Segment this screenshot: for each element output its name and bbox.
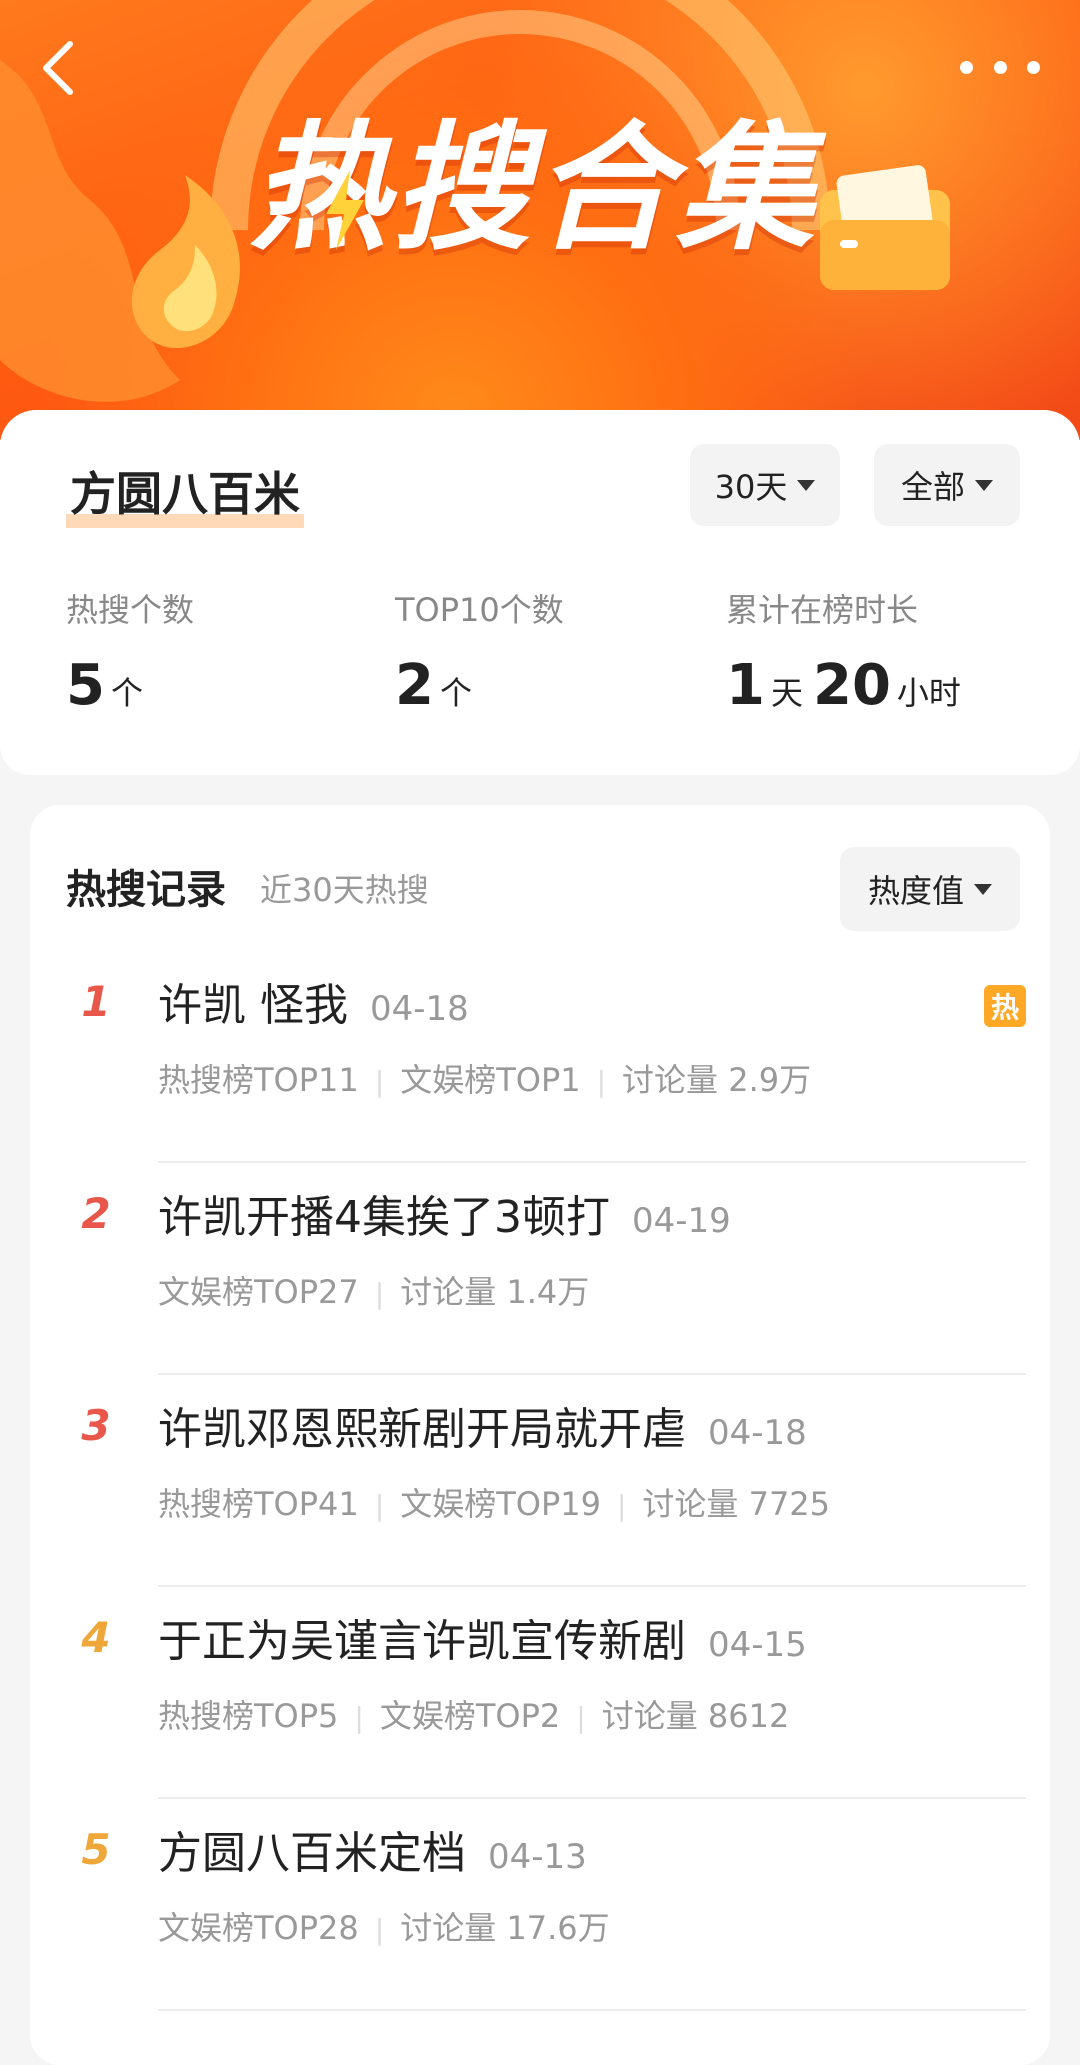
item-title: 许凯邓恩熙新剧开局就开虐 — [158, 1404, 686, 1455]
meta-separator: | — [596, 1065, 607, 1098]
divider — [158, 2009, 1026, 2011]
stat-number: 5 — [66, 653, 105, 718]
folder-icon — [820, 165, 950, 290]
meta-tag: 文娱榜TOP1 — [400, 1061, 581, 1099]
stat-top10-count: TOP10个数 2个 — [395, 585, 564, 718]
item-meta: 热搜榜TOP5 | 文娱榜TOP2 | 讨论量 8612 — [158, 1691, 789, 1737]
meta-tag: 热搜榜TOP11 — [158, 1061, 359, 1099]
item-title: 许凯 怪我 — [158, 980, 348, 1031]
item-date: 04-19 — [632, 1201, 731, 1241]
stat-hot-count: 热搜个数 5个 — [66, 585, 194, 718]
more-dot — [993, 60, 1007, 74]
records-subtitle: 近30天热搜 — [260, 871, 429, 909]
meta-separator: | — [374, 1489, 385, 1522]
stat-unit: 个 — [110, 674, 143, 712]
item-date: 04-13 — [488, 1837, 587, 1877]
chevron-left-icon — [43, 41, 73, 95]
list-item[interactable]: 4 于正为吴谨言许凯宣传新剧 04-15 热搜榜TOP5 | 文娱榜TOP2 | 讨论量 86… — [66, 1591, 1026, 1803]
item-date: 04-18 — [370, 989, 469, 1029]
stat-value: 5个 — [66, 653, 194, 718]
meta-separator: | — [374, 1065, 385, 1098]
stat-unit: 个 — [439, 674, 472, 712]
item-title-row: 许凯开播4集挨了3顿打 04-19 — [158, 1181, 731, 1245]
period-dropdown-label: 30天 — [714, 468, 788, 506]
records-card: 热搜记录 近30天热搜 热度值 1 许凯 怪我 04-18 热搜榜TOP11 | 文娱榜T… — [30, 805, 1050, 2065]
item-title: 方圆八百米定档 — [158, 1828, 466, 1879]
more-dots-icon — [960, 60, 973, 74]
rank-number: 2 — [81, 1189, 111, 1238]
meta-tag: 讨论量 2.9万 — [622, 1061, 812, 1099]
meta-separator: | — [374, 1277, 385, 1310]
header-banner: 热搜合集 — [0, 0, 1080, 440]
caret-down-icon — [797, 479, 816, 491]
item-date: 04-15 — [708, 1625, 807, 1665]
lightning-icon — [326, 170, 364, 250]
item-meta: 文娱榜TOP28 | 讨论量 17.6万 — [158, 1903, 610, 1949]
category-dropdown-label: 全部 — [900, 468, 965, 506]
back-button[interactable] — [36, 40, 84, 96]
caret-down-icon — [975, 479, 993, 491]
item-meta: 热搜榜TOP11 | 文娱榜TOP1 | 讨论量 2.9万 — [158, 1055, 811, 1101]
item-meta: 文娱榜TOP27 | 讨论量 1.4万 — [158, 1267, 589, 1313]
item-title-row: 于正为吴谨言许凯宣传新剧 04-15 — [158, 1605, 807, 1669]
item-title: 许凯开播4集挨了3顿打 — [158, 1192, 610, 1243]
stat-label: TOP10个数 — [395, 591, 564, 629]
item-title-row: 方圆八百米定档 04-13 — [158, 1817, 587, 1881]
divider — [158, 1585, 1026, 1587]
rank-number: 4 — [81, 1613, 111, 1662]
meta-tag: 文娱榜TOP2 — [379, 1697, 561, 1735]
list-item[interactable]: 2 许凯开播4集挨了3顿打 04-19 文娱榜TOP27 | 讨论量 1.4万 — [66, 1167, 1026, 1379]
item-date: 04-18 — [708, 1413, 807, 1453]
stat-value: 2个 — [395, 653, 564, 718]
sort-dropdown-label: 热度值 — [867, 872, 964, 910]
stat-label: 热搜个数 — [66, 591, 195, 629]
list-item[interactable]: 3 许凯邓恩熙新剧开局就开虐 04-18 热搜榜TOP41 | 文娱榜TOP19 | 讨论量 … — [66, 1379, 1026, 1591]
category-dropdown[interactable]: 全部 — [874, 444, 1020, 526]
period-dropdown[interactable]: 30天 — [690, 444, 840, 526]
meta-tag: 文娱榜TOP28 — [158, 1909, 359, 1947]
stat-label: 累计在榜时长 — [726, 591, 919, 629]
divider — [158, 1373, 1026, 1375]
more-dot — [1027, 60, 1040, 74]
meta-tag: 讨论量 7725 — [642, 1485, 831, 1523]
meta-separator: | — [374, 1913, 385, 1946]
rank-number: 5 — [81, 1825, 111, 1874]
stat-hours-unit: 小时 — [896, 674, 961, 712]
stat-total-duration: 累计在榜时长 1 天 20 小时 — [726, 585, 971, 718]
meta-separator: | — [616, 1489, 627, 1522]
summary-card: 方圆八百米 30天 全部 热搜个数 5个 TOP10个数 2个 累计在榜时长 1… — [0, 410, 1080, 775]
sort-dropdown[interactable]: 热度值 — [840, 847, 1020, 931]
topic-name: 方圆八百米 — [66, 458, 304, 528]
meta-tag: 讨论量 17.6万 — [400, 1909, 610, 1947]
item-meta: 热搜榜TOP41 | 文娱榜TOP19 | 讨论量 7725 — [158, 1479, 830, 1525]
caret-down-icon — [974, 883, 992, 895]
item-title: 于正为吴谨言许凯宣传新剧 — [158, 1616, 686, 1667]
stat-days-unit: 天 — [770, 674, 803, 712]
list-item[interactable]: 5 方圆八百米定档 04-13 文娱榜TOP28 | 讨论量 17.6万 — [66, 1803, 1026, 2015]
hot-badge: 热 — [984, 985, 1026, 1027]
rank-number: 3 — [81, 1401, 111, 1450]
meta-separator: | — [354, 1701, 364, 1734]
divider — [158, 1161, 1026, 1163]
stat-days: 1 — [726, 653, 765, 718]
meta-tag: 讨论量 8612 — [601, 1697, 790, 1735]
meta-tag: 热搜榜TOP5 — [158, 1697, 339, 1735]
meta-separator: | — [576, 1701, 586, 1734]
divider — [158, 1797, 1026, 1799]
meta-tag: 讨论量 1.4万 — [400, 1273, 590, 1311]
meta-tag: 热搜榜TOP41 — [158, 1485, 359, 1523]
list-item[interactable]: 1 许凯 怪我 04-18 热搜榜TOP11 | 文娱榜TOP1 | 讨论量 2.9万 热 — [66, 955, 1026, 1167]
stat-hours: 20 — [812, 653, 891, 718]
meta-tag: 文娱榜TOP19 — [400, 1485, 601, 1523]
stat-number: 2 — [395, 653, 434, 718]
records-title: 热搜记录 — [66, 867, 226, 913]
stat-value: 1 天 20 小时 — [726, 653, 971, 718]
item-title-row: 许凯 怪我 04-18 — [158, 969, 469, 1033]
meta-tag: 文娱榜TOP27 — [158, 1273, 359, 1311]
rank-number: 1 — [81, 977, 111, 1026]
more-button[interactable] — [960, 52, 1040, 82]
item-title-row: 许凯邓恩熙新剧开局就开虐 04-18 — [158, 1393, 807, 1457]
